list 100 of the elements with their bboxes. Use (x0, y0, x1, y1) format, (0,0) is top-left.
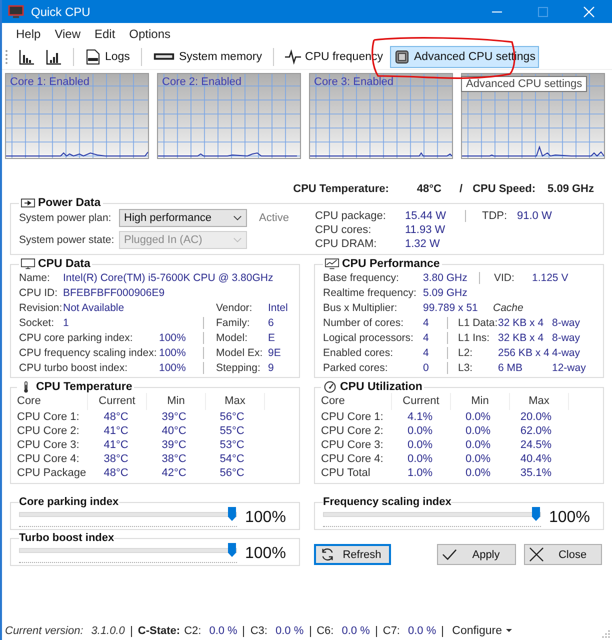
field-value: 15.44 W (405, 210, 447, 222)
table-cell-text: 20.0% (519, 411, 553, 423)
graph-label: Core 3: Enabled (314, 76, 394, 88)
column-header: Min (451, 393, 510, 410)
group-title: Core parking index (19, 496, 119, 508)
document-icon (85, 48, 101, 64)
gauge-icon (323, 381, 337, 393)
table-cell-text: 42°C (160, 467, 188, 479)
table-cell-text: CPU Core 2: (17, 425, 80, 437)
cstate-name: C7: (382, 625, 400, 637)
menu-item[interactable]: Help (9, 26, 48, 40)
table-cell-text: CPU Core 3: (17, 439, 80, 451)
menu-item[interactable]: View (48, 26, 88, 40)
slider-thumb[interactable] (228, 543, 236, 557)
field-value: 4-way (552, 346, 580, 358)
field-label: CPU frequency scaling index: (19, 346, 158, 358)
field-value: BFEBFBFF000906E9 (63, 286, 165, 298)
field-value: 4 (423, 316, 430, 328)
field-label: L1 Data: (458, 316, 498, 328)
field-label: L1 Ins: (458, 332, 491, 344)
column-header: Max (510, 393, 569, 410)
field-label: System power plan: (19, 212, 112, 224)
window-title: Quick CPU (31, 4, 92, 18)
field-value: 100% (159, 332, 187, 344)
table-cell-text: CPU Total (321, 467, 372, 479)
table-cell-text: 1.0% (406, 467, 434, 479)
close-button[interactable]: Close (524, 544, 602, 565)
toolbar-button[interactable]: Logs (81, 46, 134, 68)
pulse-icon (285, 48, 302, 64)
field-label: L3: (458, 362, 474, 374)
configure-dropdown[interactable]: Configure (449, 625, 516, 637)
table-cell-text: CPU Core 1: (17, 411, 80, 423)
table-cell-text: 54°C (218, 453, 246, 465)
refresh-button[interactable]: Refresh (314, 544, 391, 565)
version-value: 3.1.0.0 (91, 625, 125, 637)
field-value: 32 KB x 4 (498, 332, 545, 344)
plug-icon (21, 197, 35, 209)
table-cell-text: 0.0% (464, 467, 492, 479)
field-label: Logical processors: (323, 332, 414, 344)
field-value: 6 MB (498, 362, 524, 374)
menu-item[interactable]: Edit (87, 26, 122, 40)
field-value: 1.125 V (532, 272, 568, 284)
field-label: Realtime frequency: (323, 286, 418, 298)
field-value: 100% (159, 362, 187, 374)
graph-label: Core 2: Enabled (162, 76, 242, 88)
field-value: E (268, 332, 276, 344)
table-cell: CPU Package (17, 467, 87, 479)
table-cell-text: 4.1% (406, 411, 434, 423)
group-title: Frequency scaling index (323, 496, 452, 508)
group-title: CPU Data (38, 258, 90, 270)
tooltip: Advanced CPU settings (461, 76, 588, 92)
field-label: Base frequency: (323, 272, 400, 284)
field-label: Bus x Multiplier: (323, 302, 398, 314)
field-label: Name: (19, 272, 51, 284)
table-cell-text: 35.1% (519, 467, 553, 479)
field-value: 99.789 x 51 (423, 302, 479, 314)
bar-chart-icon (19, 48, 35, 64)
refresh-icon (320, 547, 335, 562)
table-cell-text: 48°C (102, 467, 130, 479)
column-header: Min (147, 393, 206, 410)
field-label: CPU package: (315, 210, 387, 222)
menu-item[interactable]: Options (122, 26, 178, 40)
field-value: 1.32 W (405, 238, 441, 250)
speed-value: 5.09 GHz (548, 183, 594, 195)
table-cell-text: 0.0% (406, 453, 434, 465)
column-header: Max (206, 393, 265, 410)
group-title: CPU Utilization (340, 381, 422, 393)
dropdown[interactable]: High performance (119, 209, 247, 227)
table-cell-text: 55°C (218, 425, 246, 437)
speed-label: CPU Speed: (472, 183, 536, 195)
table-cell-text: 0.0% (406, 439, 434, 451)
column-header: Current (88, 393, 147, 410)
apply-button[interactable]: Apply (437, 544, 516, 565)
table-cell-text: 48°C (102, 411, 130, 423)
table-cell-text: 40.4% (519, 453, 553, 465)
cstate-label: C-State: (138, 625, 180, 637)
toolbar-grip-icon (5, 48, 8, 64)
separator-text: / (460, 183, 463, 195)
toolbar-button[interactable]: System memory (148, 46, 266, 68)
cache-heading: Cache (493, 302, 524, 314)
table-cell-text: 0.0% (464, 425, 492, 437)
column-header: Core (17, 393, 88, 410)
slider-thumb[interactable] (228, 507, 236, 521)
group-title: Power Data (38, 197, 101, 209)
app-icon (8, 4, 24, 18)
table-cell-text: 53°C (218, 439, 246, 451)
graph-label: Core 1: Enabled (10, 76, 90, 88)
field-value: 11.93 W (405, 224, 446, 236)
field-label: Model Ex: (216, 346, 264, 358)
temperature-label: CPU Temperature: (293, 183, 389, 195)
table-cell-text: 56°C (218, 411, 246, 423)
cstate-value: 0.0 % (275, 625, 304, 637)
slider-value: 100% (245, 544, 286, 562)
table-cell-text: 38°C (102, 453, 130, 465)
table-cell-text: 39°C (160, 411, 188, 423)
field-value: 5.09 GHz (423, 286, 468, 298)
field-value: 4 (423, 346, 430, 358)
slider-thumb[interactable] (532, 507, 540, 521)
field-label: Parked cores: (323, 362, 389, 374)
field-value: 6 (268, 316, 274, 328)
